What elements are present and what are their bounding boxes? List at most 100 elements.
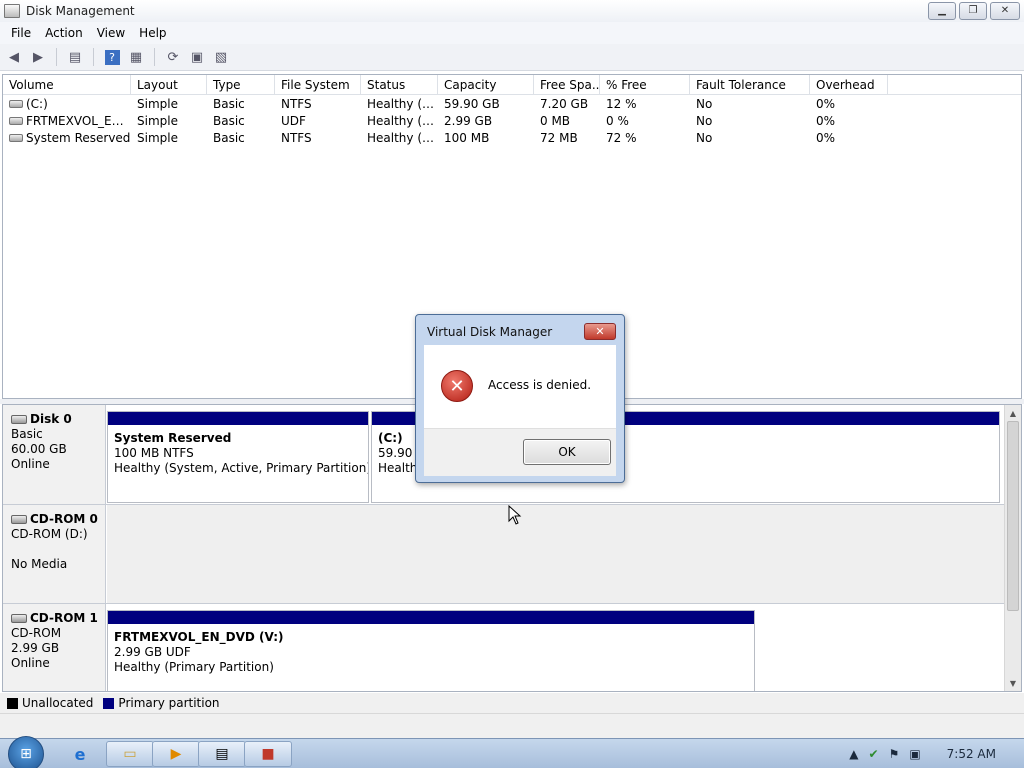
pct-free-cell: 0 % xyxy=(606,113,629,128)
cdrom-0-row: CD-ROM 0 CD-ROM (D:) No Media xyxy=(3,505,1005,604)
column-percent-free[interactable]: % Free xyxy=(600,75,690,94)
column-volume[interactable]: Volume xyxy=(3,75,131,94)
column-capacity[interactable]: Capacity xyxy=(438,75,534,94)
fs-cell: UDF xyxy=(281,113,306,128)
close-icon: ✕ xyxy=(595,325,605,338)
column-overhead[interactable]: Overhead xyxy=(810,75,888,94)
ok-button[interactable]: OK xyxy=(523,439,611,465)
volume-name: (C:) xyxy=(26,96,48,111)
menu-file[interactable]: File xyxy=(4,23,38,43)
overhead-cell: 0% xyxy=(816,113,836,128)
help-icon: ? xyxy=(104,49,120,65)
close-button[interactable]: ✕ xyxy=(990,2,1020,20)
rescan-button[interactable]: ▣ xyxy=(187,47,207,67)
export-button[interactable]: ▧ xyxy=(211,47,231,67)
status-cell: Healthy (S... xyxy=(367,130,438,145)
toolbar: ◀ ▶ ▤ ? ▦ ⟳ ▣ ▧ xyxy=(0,44,1024,71)
layout-cell: Simple xyxy=(137,96,178,111)
column-status[interactable]: Status xyxy=(361,75,438,94)
free-cell: 72 MB xyxy=(540,130,578,145)
disk-0-type: Basic xyxy=(11,427,43,441)
taskbar-disk-management[interactable]: ▤ xyxy=(198,741,246,767)
cdrom-1-row: CD-ROM 1 CD-ROM 2.99 GB Online FRTMEXVOL… xyxy=(3,604,1005,691)
windows-logo-icon: ⊞ xyxy=(20,746,32,762)
volume-name: System Reserved xyxy=(26,130,131,145)
flag-icon[interactable]: ⚑ xyxy=(889,747,900,761)
partition-bar xyxy=(108,412,368,425)
error-dialog: Virtual Disk Manager ✕ ✕ Access is denie… xyxy=(415,314,625,483)
taskbar-toolbox[interactable]: ■ xyxy=(244,741,292,767)
partition-dvd-volume[interactable]: FRTMEXVOL_EN_DVD (V:) 2.99 GB UDF Health… xyxy=(107,610,755,691)
scroll-up-arrow-icon[interactable]: ▲ xyxy=(1005,405,1021,421)
fault-cell: No xyxy=(696,96,713,111)
primary-partition-swatch xyxy=(103,697,115,709)
menu-bar: File Action View Help xyxy=(0,22,1024,44)
refresh-button[interactable]: ⟳ xyxy=(163,47,183,67)
export-icon: ▧ xyxy=(214,49,228,65)
properties-button[interactable]: ▦ xyxy=(126,47,146,67)
column-layout[interactable]: Layout xyxy=(131,75,207,94)
toolbar-separator xyxy=(93,48,94,66)
capacity-cell: 59.90 GB xyxy=(444,96,500,111)
column-free-space[interactable]: Free Spa... xyxy=(534,75,600,94)
partition-text: FRTMEXVOL_EN_DVD (V:) 2.99 GB UDF Health… xyxy=(108,624,754,675)
volume-row[interactable]: (C:) Simple Basic NTFS Healthy (B... 59.… xyxy=(3,95,1021,112)
cdrom-0-label[interactable]: CD-ROM 0 CD-ROM (D:) No Media xyxy=(3,505,106,603)
cdrom-1-body: FRTMEXVOL_EN_DVD (V:) 2.99 GB UDF Health… xyxy=(107,604,1005,691)
taskbar-ie[interactable]: e xyxy=(56,741,104,767)
partition-name: FRTMEXVOL_EN_DVD (V:) xyxy=(114,630,284,644)
scroll-down-arrow-icon[interactable]: ▼ xyxy=(1005,675,1021,691)
disk-pane-scrollbar[interactable]: ▲ ▼ xyxy=(1004,405,1021,691)
clock[interactable]: 7:52 AM xyxy=(947,747,996,761)
column-type[interactable]: Type xyxy=(207,75,275,94)
dialog-close-button[interactable]: ✕ xyxy=(584,323,616,340)
maximize-button[interactable]: ❐ xyxy=(959,2,987,20)
show-hidden-icons-icon[interactable]: ▲ xyxy=(849,747,858,761)
cd-drive-icon xyxy=(11,515,27,524)
status-bar xyxy=(0,713,1024,738)
network-icon[interactable]: ▣ xyxy=(909,747,920,761)
start-button[interactable]: ⊞ xyxy=(8,736,44,768)
fs-cell: NTFS xyxy=(281,130,312,145)
menu-action[interactable]: Action xyxy=(38,23,90,43)
fault-cell: No xyxy=(696,130,713,145)
cdrom-1-type: CD-ROM xyxy=(11,626,62,640)
back-button[interactable]: ◀ xyxy=(4,47,24,67)
partition-system-reserved[interactable]: System Reserved 100 MB NTFS Healthy (Sys… xyxy=(107,411,369,503)
maximize-icon: ❐ xyxy=(968,5,978,16)
disk-0-size: 60.00 GB xyxy=(11,442,67,456)
unallocated-swatch xyxy=(7,697,18,709)
disk-management-icon: ▤ xyxy=(215,746,229,762)
menu-view[interactable]: View xyxy=(90,23,132,43)
status-cell: Healthy (B... xyxy=(367,96,438,111)
capacity-cell: 100 MB xyxy=(444,130,490,145)
column-fault-tolerance[interactable]: Fault Tolerance xyxy=(690,75,810,94)
volume-name: FRTMEXVOL_EN_... xyxy=(26,113,131,128)
cdrom-1-title: CD-ROM 1 xyxy=(11,611,105,626)
disk-0-state: Online xyxy=(11,457,50,471)
type-cell: Basic xyxy=(213,113,245,128)
taskbar-explorer[interactable]: ▭ xyxy=(106,741,154,767)
scroll-thumb[interactable] xyxy=(1007,421,1019,611)
disk-0-name: Disk 0 xyxy=(30,412,72,426)
hard-drive-icon xyxy=(9,100,23,108)
fault-cell: No xyxy=(696,113,713,128)
forward-button[interactable]: ▶ xyxy=(28,47,48,67)
column-file-system[interactable]: File System xyxy=(275,75,361,94)
disk-0-label[interactable]: Disk 0 Basic 60.00 GB Online xyxy=(3,405,106,504)
partition-size: 2.99 GB UDF xyxy=(114,645,191,659)
menu-help[interactable]: Help xyxy=(132,23,173,43)
volume-row[interactable]: FRTMEXVOL_EN_... Simple Basic UDF Health… xyxy=(3,112,1021,129)
cdrom-1-label[interactable]: CD-ROM 1 CD-ROM 2.99 GB Online xyxy=(3,604,106,691)
taskbar: ⊞ e ▭ ▶ ▤ ■ ▲ ✔ ⚑ ▣ 7:52 AM xyxy=(0,736,1024,768)
action-center-icon[interactable]: ✔ xyxy=(869,747,879,761)
show-hide-tree-button[interactable]: ▤ xyxy=(65,47,85,67)
window-title: Disk Management xyxy=(26,4,135,18)
volume-row[interactable]: System Reserved Simple Basic NTFS Health… xyxy=(3,129,1021,146)
minimize-button[interactable]: ▁ xyxy=(928,2,956,20)
taskbar-media-player[interactable]: ▶ xyxy=(152,741,200,767)
ie-icon: e xyxy=(74,744,86,764)
help-button[interactable]: ? xyxy=(102,47,122,67)
legend-primary-partition: Primary partition xyxy=(118,696,220,710)
